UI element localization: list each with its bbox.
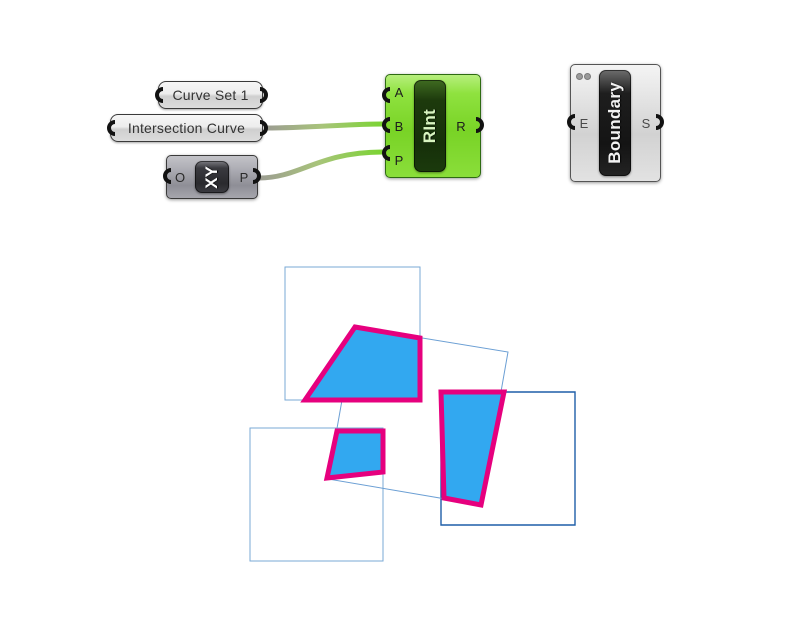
- grasshopper-canvas: Curve Set 1 Intersection Curve O XY P A: [0, 0, 800, 638]
- intersection-regions: [300, 324, 508, 508]
- geometry-preview: [249, 266, 576, 562]
- input-squares: [249, 266, 576, 562]
- region-upper: [300, 324, 423, 403]
- region-right: [438, 389, 508, 508]
- region-lower-left: [323, 428, 386, 481]
